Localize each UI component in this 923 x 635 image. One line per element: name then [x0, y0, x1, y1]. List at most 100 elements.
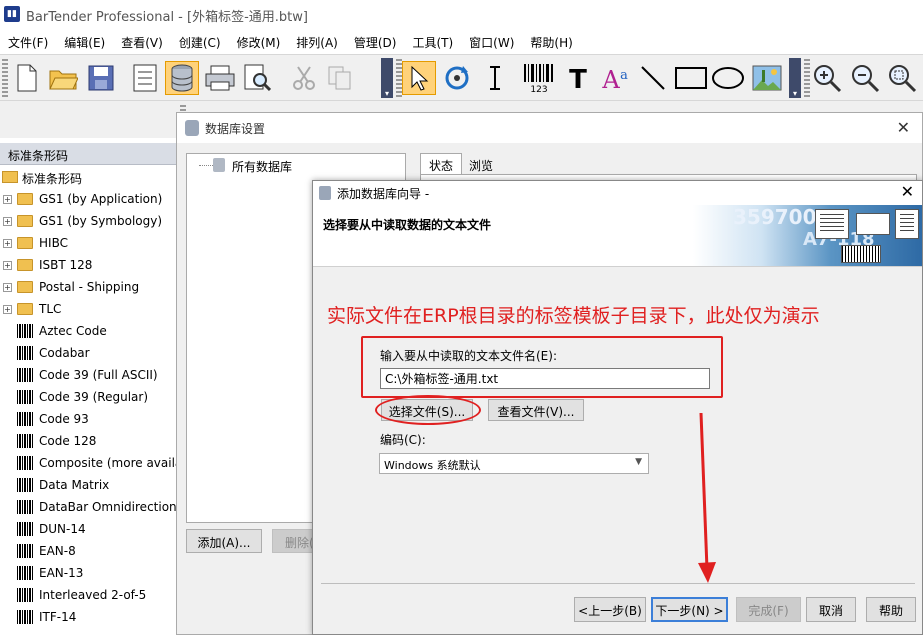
expand-icon[interactable]: + — [3, 239, 12, 248]
main-toolbar: ▾ 123 T Aa ▾ — [0, 54, 923, 100]
toolbar-overflow-icon[interactable]: ▾ — [789, 58, 801, 98]
toolbar-grip[interactable] — [2, 59, 8, 97]
menu-manage[interactable]: 管理(D) — [346, 30, 405, 54]
folder-icon — [17, 215, 33, 227]
toolbar-overflow-icon[interactable]: ▾ — [381, 58, 393, 98]
line-tool-icon[interactable] — [636, 61, 670, 95]
folder-icon — [17, 303, 33, 315]
menu-bar: 文件(F) 编辑(E) 查看(V) 创建(C) 修改(M) 排列(A) 管理(D… — [0, 30, 923, 54]
select-pointer-icon[interactable] — [402, 61, 436, 95]
toolbox-title: 标准条形码 — [8, 149, 69, 163]
barcode-icon — [17, 368, 33, 382]
document-icon — [895, 209, 919, 239]
svg-text:123: 123 — [530, 85, 547, 93]
barcode-tree: 标准条形码 + GS1 (by Application) + GS1 (by S… — [0, 166, 178, 635]
menu-arrange[interactable]: 排列(A) — [288, 30, 346, 54]
button-separator — [321, 583, 915, 584]
cut-icon[interactable] — [287, 61, 321, 95]
tab-status[interactable]: 状态 — [420, 153, 462, 175]
barcode-icon — [17, 610, 33, 624]
save-icon[interactable] — [84, 61, 118, 95]
menu-help[interactable]: 帮助(H) — [522, 30, 580, 54]
wizard-step-title: 选择要从中读取数据的文本文件 — [323, 218, 492, 232]
dialog-title-bar: 数据库设置 ✕ — [177, 113, 922, 143]
rich-text-icon[interactable]: Aa — [598, 61, 632, 95]
barcode-icon — [17, 434, 33, 448]
folder-icon — [17, 259, 33, 271]
encoding-label: 编码(C): — [380, 433, 426, 447]
rotate-icon[interactable] — [440, 61, 474, 95]
picture-tool-icon[interactable] — [750, 61, 784, 95]
new-document-icon[interactable] — [10, 61, 44, 95]
menu-view[interactable]: 查看(V) — [113, 30, 171, 54]
cancel-button[interactable]: 取消 — [806, 597, 856, 622]
barcode-icon — [17, 544, 33, 558]
chevron-down-icon: ▼ — [635, 457, 642, 467]
expand-icon[interactable]: + — [3, 217, 12, 226]
database-icon — [185, 120, 199, 136]
app-icon: ▮▮ — [4, 6, 20, 22]
expand-icon[interactable]: + — [3, 195, 12, 204]
svg-text:a: a — [620, 68, 628, 83]
add-database-wizard: 添加数据库向导 - ✕ 选择要从中读取数据的文本文件 3597001 A7-11… — [312, 180, 923, 635]
menu-modify[interactable]: 修改(M) — [229, 30, 289, 54]
finish-button[interactable]: 完成(F) — [736, 597, 801, 622]
database-icon[interactable] — [165, 61, 199, 95]
menu-edit[interactable]: 编辑(E) — [56, 30, 113, 54]
wizard-title-bar: 添加数据库向导 - ✕ — [313, 181, 922, 205]
barcode-label-icon — [841, 245, 881, 263]
close-icon[interactable]: ✕ — [901, 182, 914, 201]
menu-window[interactable]: 窗口(W) — [461, 30, 522, 54]
wizard-title: 添加数据库向导 - — [337, 187, 430, 201]
rectangle-tool-icon[interactable] — [674, 61, 708, 95]
printer-icon — [856, 213, 890, 235]
database-icon — [319, 186, 331, 200]
database-icon — [213, 158, 225, 172]
file-name-input[interactable] — [380, 368, 710, 389]
help-button[interactable]: 帮助 — [866, 597, 916, 622]
page-setup-icon[interactable] — [128, 61, 162, 95]
barcode-icon — [17, 390, 33, 404]
next-button[interactable]: 下一步(N) > — [651, 597, 728, 622]
encoding-select[interactable]: Windows 系统默认 ▼ — [379, 453, 649, 474]
menu-create[interactable]: 创建(C) — [171, 30, 229, 54]
barcode-icon — [17, 324, 33, 338]
menu-file[interactable]: 文件(F) — [0, 30, 56, 54]
annotation-arrow — [698, 412, 716, 583]
expand-icon[interactable]: + — [3, 283, 12, 292]
svg-text:A: A — [601, 66, 620, 92]
barcode-icon — [17, 522, 33, 536]
barcode-icon — [17, 412, 33, 426]
wizard-header: 选择要从中读取数据的文本文件 3597001 A7-118 — [313, 205, 922, 267]
close-icon[interactable]: ✕ — [897, 118, 910, 137]
copy-icon[interactable] — [323, 61, 357, 95]
tab-browse[interactable]: 浏览 — [462, 155, 500, 175]
tree-connector — [199, 165, 213, 166]
view-file-button[interactable]: 查看文件(V)... — [488, 399, 584, 421]
zoom-in-icon[interactable] — [810, 61, 844, 95]
print-preview-icon[interactable] — [240, 61, 274, 95]
expand-icon[interactable]: + — [3, 261, 12, 270]
text-tool-icon[interactable]: T — [561, 61, 595, 95]
barcode-icon — [17, 456, 33, 470]
folder-icon — [17, 237, 33, 249]
toolbox-header: 标准条形码 — [0, 143, 178, 165]
previous-button[interactable]: <上一步(B) — [574, 597, 646, 622]
barcode-tool-icon[interactable]: 123 — [522, 61, 556, 95]
menu-tools[interactable]: 工具(T) — [404, 30, 461, 54]
tree-item-all-databases[interactable]: 所有数据库 — [232, 158, 292, 175]
open-folder-icon[interactable] — [46, 61, 80, 95]
zoom-fit-icon[interactable] — [885, 61, 919, 95]
expand-icon[interactable]: + — [3, 305, 12, 314]
text-cursor-icon[interactable] — [478, 61, 512, 95]
ellipse-tool-icon[interactable] — [711, 61, 745, 95]
dialog-title: 数据库设置 — [205, 122, 266, 136]
barcode-icon — [17, 346, 33, 360]
document-icon — [815, 209, 849, 239]
folder-icon — [17, 281, 33, 293]
header-banner-image: 3597001 A7-118 — [693, 205, 922, 266]
encoding-value: Windows 系统默认 — [384, 459, 481, 472]
print-icon[interactable] — [203, 61, 237, 95]
zoom-out-icon[interactable] — [848, 61, 882, 95]
add-button[interactable]: 添加(A)... — [186, 529, 262, 553]
